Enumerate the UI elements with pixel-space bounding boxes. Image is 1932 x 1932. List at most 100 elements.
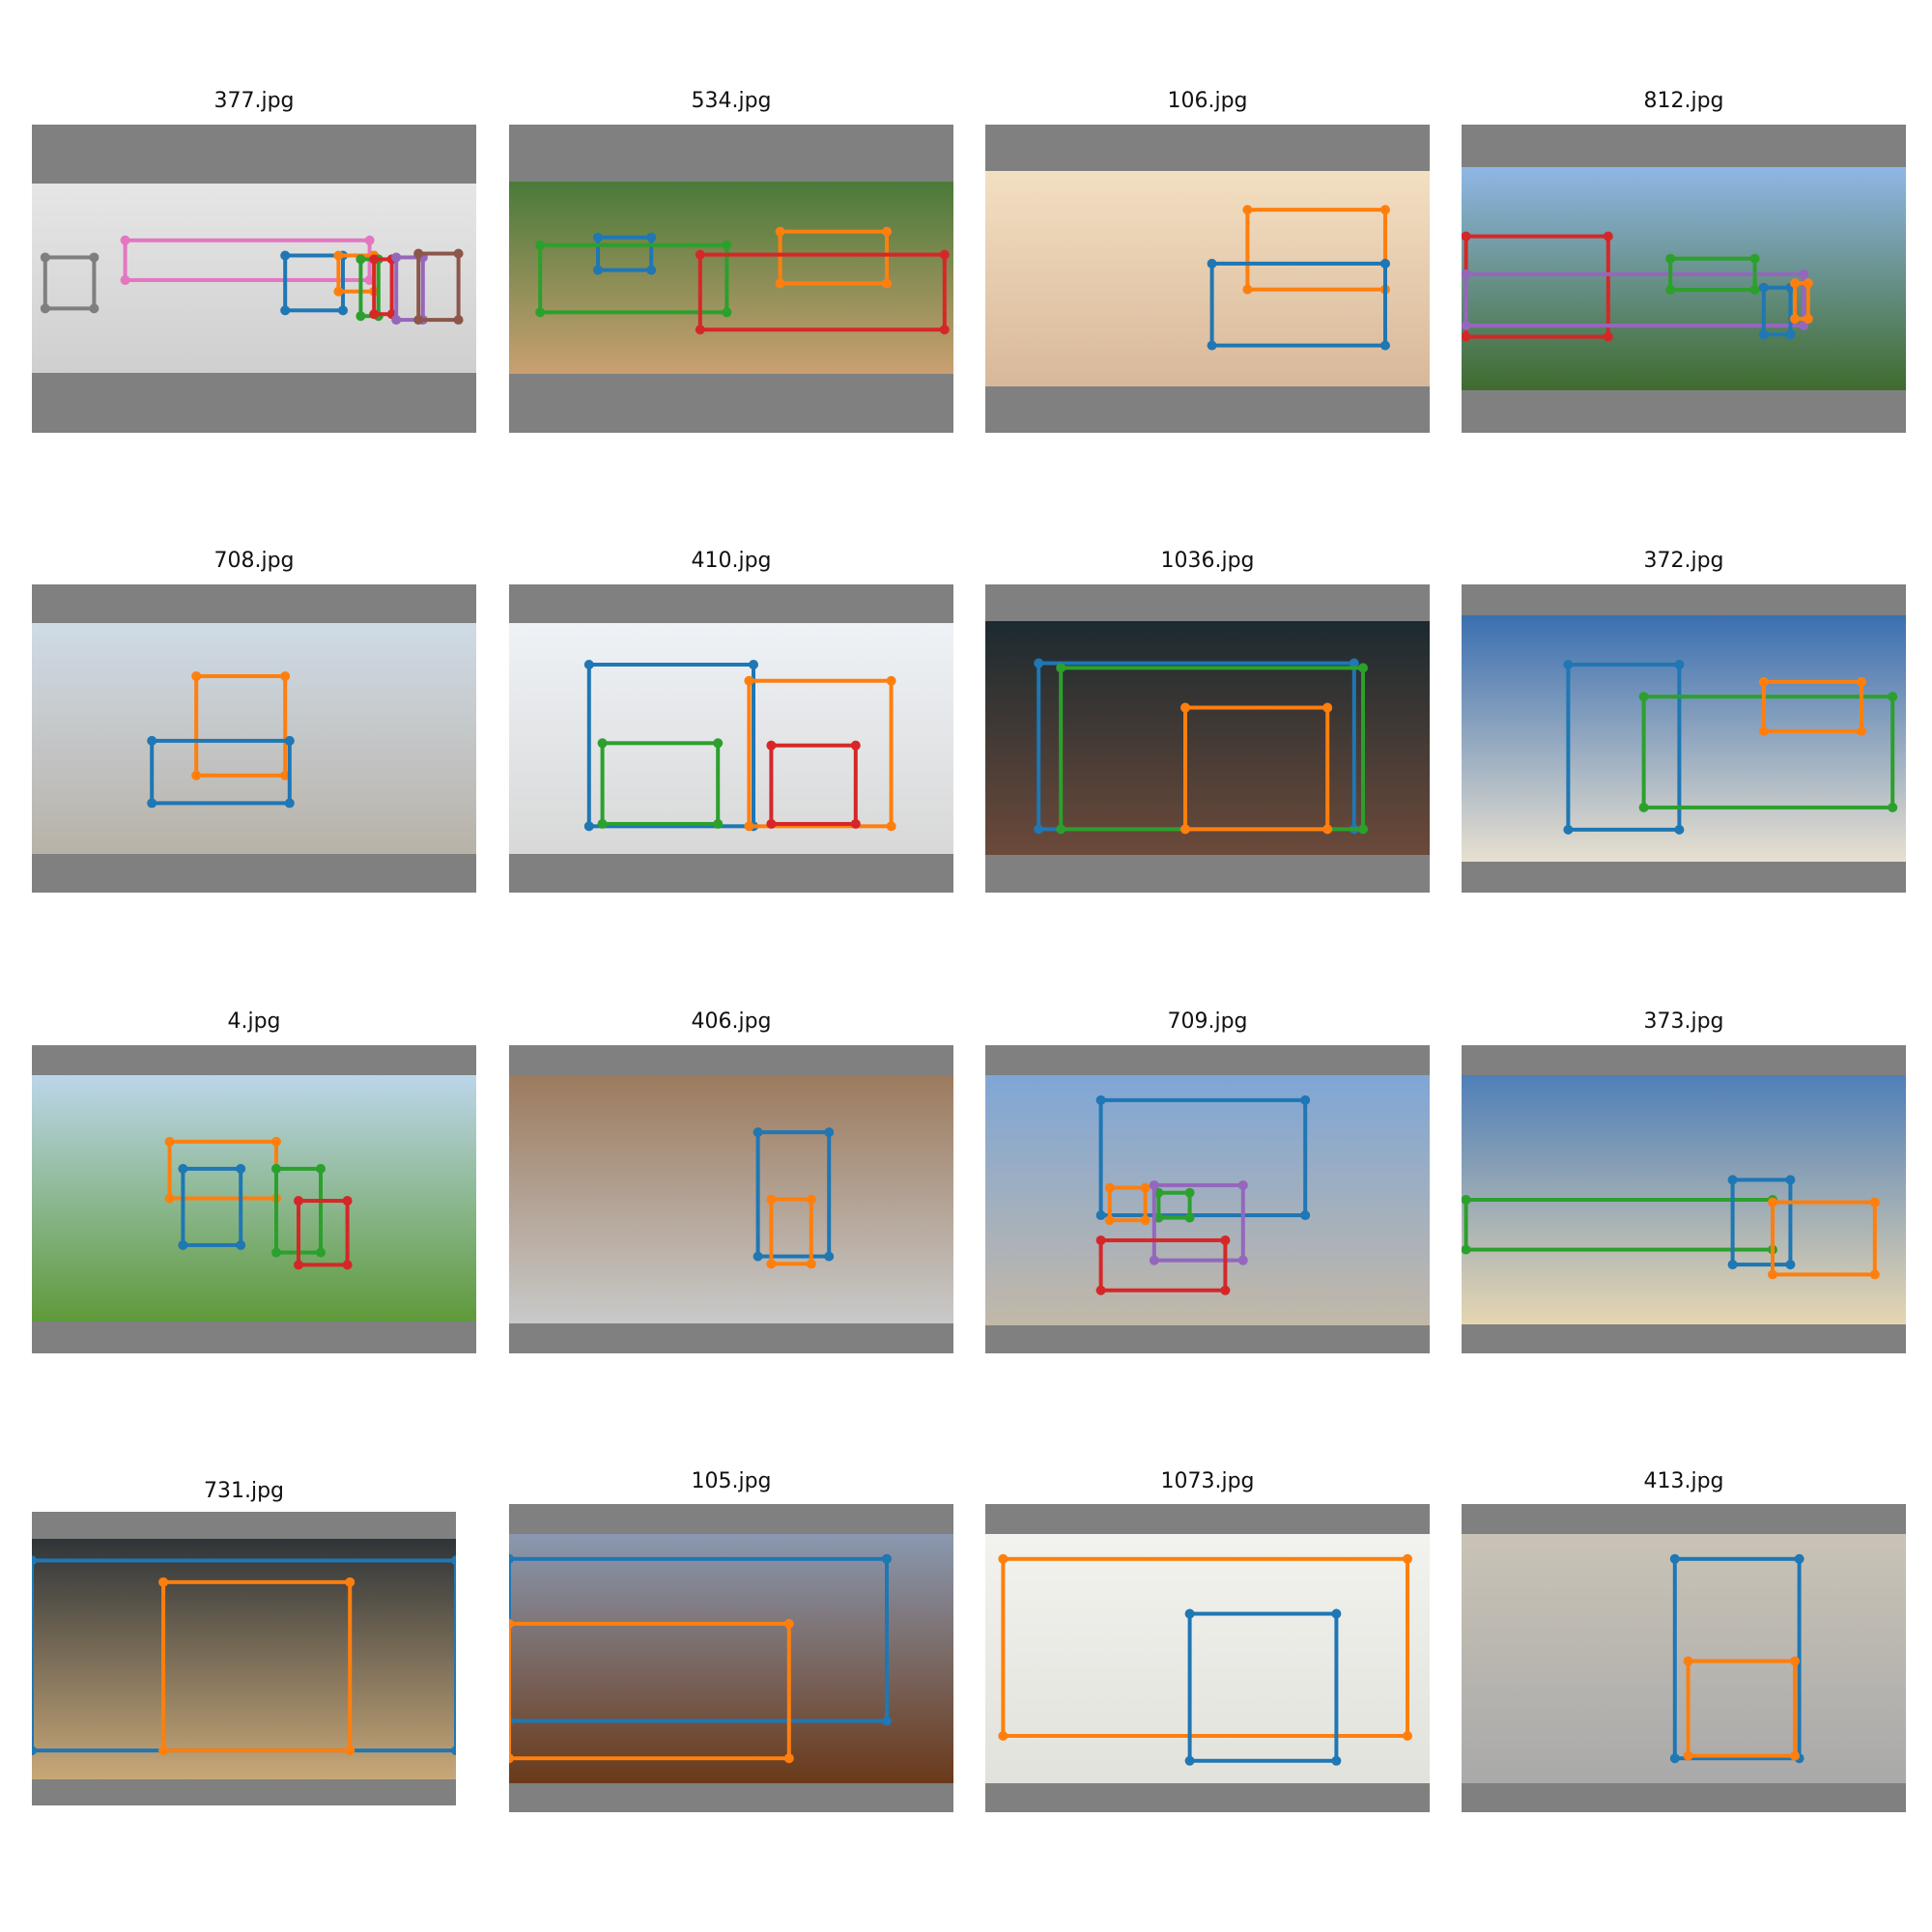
- box-corner-dot: [1380, 258, 1390, 269]
- panel-title: 709.jpg: [1167, 1009, 1248, 1034]
- box-corner-dot: [1300, 1094, 1311, 1105]
- box-corner-dot: [40, 303, 50, 314]
- box-corner-dot: [1790, 1750, 1800, 1761]
- box-corner-dot: [713, 818, 724, 829]
- box-corner-dot: [164, 1193, 175, 1204]
- bounding-box-layer: [1563, 660, 1898, 835]
- panel-title: 708.jpg: [213, 549, 295, 573]
- box-corner-dot: [509, 1753, 514, 1764]
- box-corner-dot: [1869, 1197, 1880, 1208]
- panel-image: [32, 125, 476, 433]
- box-corner-dot: [1785, 329, 1796, 340]
- panel-image: [985, 125, 1430, 433]
- panel-title: 377.jpg: [213, 89, 295, 113]
- box-corner-dot: [1790, 278, 1800, 289]
- box-corner-dot: [1095, 1235, 1106, 1245]
- box-corner-dot: [806, 1259, 816, 1269]
- box-corner-dot: [1237, 1179, 1248, 1190]
- box-corner-dot: [1300, 1210, 1311, 1221]
- bounding-box-layer: [1095, 1094, 1311, 1295]
- panel-image: [32, 1045, 476, 1353]
- box-corner-dot: [191, 670, 202, 681]
- box-corner-dot: [178, 1239, 188, 1250]
- box-corner-dot: [1462, 1195, 1471, 1205]
- box-corner-dot: [998, 1730, 1009, 1741]
- bounding-box: [1098, 1097, 1308, 1218]
- box-corner-dot: [284, 735, 295, 746]
- box-corner-dot: [1380, 340, 1390, 351]
- box-corner-dot: [1358, 663, 1368, 673]
- bounding-box: [600, 741, 721, 826]
- bounding-box: [1245, 208, 1387, 292]
- box-corner-dot: [1603, 231, 1613, 242]
- box-corner-dot: [1563, 824, 1574, 835]
- box-corner-dot: [284, 798, 295, 809]
- box-corner-dot: [369, 309, 380, 320]
- box-corner-dot: [120, 274, 130, 285]
- box-corner-dot: [695, 249, 705, 260]
- box-corner-dot: [345, 1746, 355, 1756]
- box-corner-dot: [1207, 340, 1217, 351]
- box-corner-dot: [509, 1553, 514, 1564]
- box-corner-dot: [1768, 1197, 1777, 1208]
- panel-image: [32, 1512, 456, 1805]
- box-corner-dot: [1758, 676, 1769, 687]
- box-corner-dot: [1095, 1210, 1106, 1221]
- box-corner-dot: [1727, 1175, 1738, 1185]
- box-corner-dot: [1140, 1215, 1151, 1226]
- box-corner-dot: [342, 1196, 353, 1207]
- bounding-box: [697, 252, 947, 332]
- box-corner-dot: [271, 1247, 281, 1258]
- box-corner-dot: [1242, 205, 1253, 215]
- box-corner-dot: [1149, 1179, 1159, 1190]
- box-corner-dot: [164, 1136, 175, 1147]
- box-corner-dot: [806, 1194, 816, 1205]
- panel-title: 372.jpg: [1643, 549, 1724, 573]
- box-corner-dot: [1799, 269, 1809, 279]
- box-corner-dot: [882, 278, 892, 289]
- box-corner-dot: [1322, 702, 1333, 713]
- box-corner-dot: [753, 1251, 763, 1262]
- box-corner-dot: [1803, 278, 1813, 289]
- bounding-box-layer: [1669, 1553, 1804, 1764]
- panel-image: [509, 1504, 953, 1812]
- bounding-box: [1672, 1556, 1802, 1761]
- box-corner-dot: [1180, 824, 1190, 835]
- bounding-box: [150, 738, 292, 806]
- bounding-box: [509, 1621, 791, 1761]
- box-corner-dot: [369, 254, 380, 265]
- box-corner-dot: [998, 1553, 1009, 1564]
- bounding-box: [1761, 679, 1863, 733]
- box-corner-dot: [1665, 253, 1676, 264]
- bounding-box-layer: [753, 1127, 835, 1269]
- box-corner-dot: [333, 286, 344, 297]
- panel-image: [509, 125, 953, 433]
- box-corner-dot: [1403, 1730, 1412, 1741]
- bounding-box: [181, 1166, 243, 1247]
- box-corner-dot: [1669, 1553, 1680, 1564]
- bounding-box: [123, 238, 372, 282]
- box-corner-dot: [271, 1163, 281, 1174]
- box-corner-dot: [1237, 1255, 1248, 1265]
- box-corner-dot: [1095, 1285, 1106, 1295]
- panel-title: 105.jpg: [691, 1469, 772, 1493]
- box-corner-dot: [1104, 1215, 1115, 1226]
- box-corner-dot: [597, 738, 608, 749]
- bounding-box: [509, 1556, 889, 1723]
- bounding-box: [1098, 1237, 1228, 1293]
- box-corner-dot: [333, 250, 344, 261]
- box-corner-dot: [1603, 331, 1613, 342]
- box-corner-dot: [338, 305, 348, 316]
- box-corner-dot: [1056, 824, 1066, 835]
- bounding-box: [1566, 663, 1682, 832]
- box-corner-dot: [1758, 329, 1769, 340]
- box-corner-dot: [89, 303, 99, 314]
- box-corner-dot: [413, 315, 424, 326]
- box-corner-dot: [886, 821, 896, 832]
- bounding-box: [194, 673, 288, 778]
- bounding-box: [1793, 281, 1810, 322]
- box-corner-dot: [1184, 1608, 1195, 1619]
- box-corner-dot: [695, 325, 705, 335]
- box-corner-dot: [120, 235, 130, 245]
- box-corner-dot: [391, 315, 402, 326]
